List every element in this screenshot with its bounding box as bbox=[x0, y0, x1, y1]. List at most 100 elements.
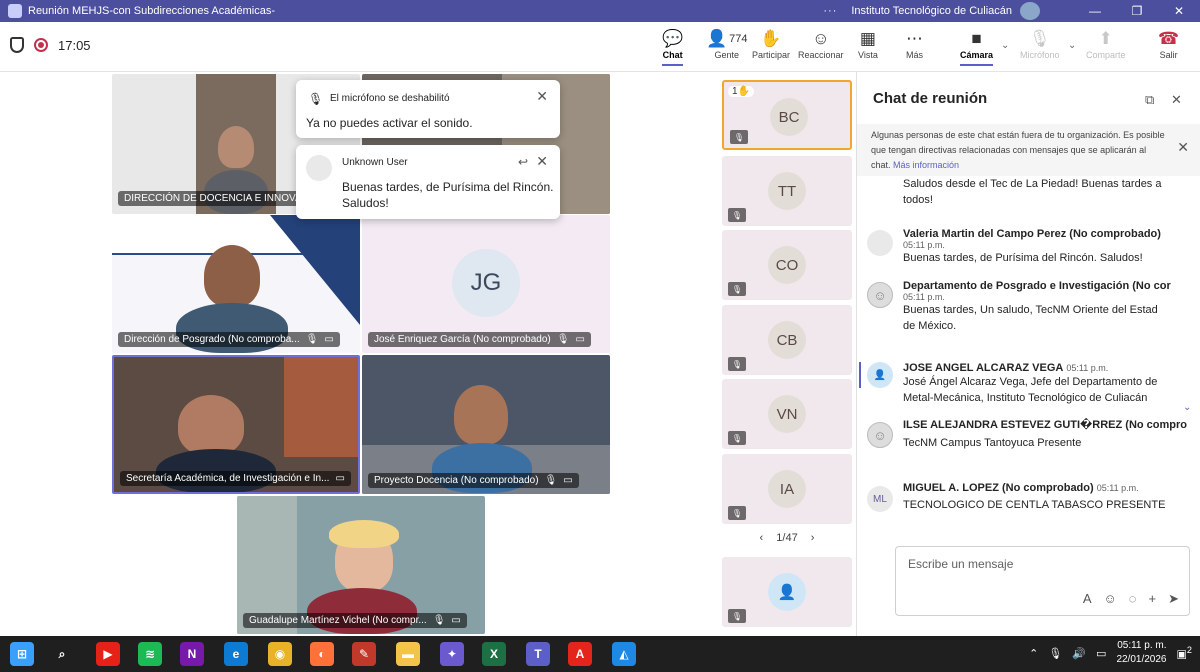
participant-tile[interactable]: CO 🎙 bbox=[722, 230, 852, 300]
participant-name: Proyecto Docencia (No comprobado) 🎙 ▭ bbox=[368, 473, 579, 488]
view-button[interactable]: ▦ Vista bbox=[858, 28, 878, 60]
video-tile[interactable]: Proyecto Docencia (No comprobado) 🎙 ▭ bbox=[362, 355, 610, 494]
photos-icon[interactable]: ◭ bbox=[612, 642, 636, 666]
screen-icon: ▭ bbox=[335, 473, 345, 484]
leave-label: Salir bbox=[1159, 50, 1178, 60]
youtube-icon[interactable]: ▶ bbox=[96, 642, 120, 666]
close-icon[interactable]: ✕ bbox=[536, 153, 548, 170]
video-tile[interactable]: Guadalupe Martínez Vichel (No compr... 🎙 ▭ bbox=[237, 496, 485, 634]
react-button[interactable]: ☺ Reaccionar bbox=[798, 28, 844, 60]
chrome-icon[interactable]: ◉ bbox=[268, 642, 292, 666]
chat-message-notification[interactable]: Unknown User Buenas tardes, de Purísima … bbox=[296, 145, 560, 219]
screen-icon: ▭ bbox=[575, 334, 585, 345]
maximize-button[interactable]: ❐ bbox=[1116, 4, 1158, 18]
close-icon[interactable]: ✕ bbox=[536, 88, 548, 105]
chat-button[interactable]: 💬 Chat bbox=[662, 28, 684, 66]
format-icon[interactable]: A bbox=[1083, 591, 1092, 607]
mic-muted-icon: 🎙 bbox=[728, 506, 746, 520]
participant-initials-avatar: JG bbox=[452, 249, 520, 317]
more-button[interactable]: ⋯ Más bbox=[906, 28, 923, 60]
onenote-icon[interactable]: N bbox=[180, 642, 204, 666]
participant-pager: ‹ 1/47 › bbox=[722, 532, 852, 544]
participant-photo-avatar: 👤 bbox=[768, 573, 806, 611]
leave-button[interactable]: ☎ Salir bbox=[1158, 28, 1179, 60]
folder-icon[interactable]: ▬ bbox=[396, 642, 420, 666]
microphone-icon[interactable]: 🎙 bbox=[1048, 647, 1062, 660]
mic-button[interactable]: 🎙 Micrófono bbox=[1020, 28, 1060, 60]
spotify-icon[interactable]: ≋ bbox=[138, 642, 162, 666]
send-icon[interactable]: ➤ bbox=[1168, 591, 1179, 607]
participant-name: Secretaría Académica, de Investigación e… bbox=[120, 471, 351, 486]
reply-icon[interactable]: ↩ bbox=[518, 155, 528, 169]
more-label: Más bbox=[906, 50, 924, 60]
external-users-banner: Algunas personas de este chat están fuer… bbox=[857, 124, 1200, 176]
video-tile[interactable]: Dirección de Posgrado (No comproba... 🎙 ▭ bbox=[112, 215, 360, 353]
people-count: 774 bbox=[729, 33, 748, 45]
participant-tile[interactable]: CB 🎙 bbox=[722, 305, 852, 375]
edge-icon[interactable]: e bbox=[224, 642, 248, 666]
teams-icon[interactable]: T bbox=[526, 642, 550, 666]
participant-tile[interactable]: TT 🎙 bbox=[722, 156, 852, 226]
participant-initials: CB bbox=[768, 321, 806, 359]
video-tile[interactable]: JG José Enriquez García (No comprobado) 🎙… bbox=[362, 215, 610, 353]
copilot-icon[interactable]: ✦ bbox=[440, 642, 464, 666]
camera-button[interactable]: ■ Cámara bbox=[960, 28, 994, 66]
participant-tile[interactable]: 1✋ BC 🎙 bbox=[722, 80, 852, 150]
more-info-link[interactable]: Más información bbox=[893, 160, 959, 170]
participant-initials: TT bbox=[768, 172, 806, 210]
mic-muted-icon: 🎙 bbox=[432, 615, 446, 626]
mic-muted-icon: 🎙 bbox=[728, 208, 746, 222]
search-icon[interactable]: ⌕ bbox=[50, 642, 74, 666]
people-icon: 👤 bbox=[706, 29, 728, 48]
close-banner-icon[interactable]: ✕ bbox=[1177, 140, 1189, 155]
notification-count: 2 bbox=[1186, 645, 1192, 656]
minimize-button[interactable]: — bbox=[1074, 4, 1116, 18]
people-button[interactable]: 👤 774 Gente bbox=[706, 28, 748, 60]
firefox-icon[interactable]: ◐ bbox=[310, 642, 334, 666]
notification-title: El micrófono se deshabilitó bbox=[330, 93, 450, 104]
pin-icon[interactable]: ✎ bbox=[352, 642, 376, 666]
compose-box[interactable]: Escribe un mensaje A ☺ ◌ + ➤ bbox=[895, 546, 1190, 616]
clock[interactable]: 05:11 p. m. 22/01/2026 bbox=[1116, 639, 1166, 667]
close-window-button[interactable]: ✕ bbox=[1158, 4, 1200, 18]
raise-hand-button[interactable]: ✋ Participar bbox=[752, 28, 790, 60]
loop-icon[interactable]: ◌ bbox=[1129, 591, 1137, 607]
sender-avatar bbox=[867, 282, 893, 308]
share-icon: ⬆ bbox=[1098, 29, 1113, 48]
account-avatar[interactable] bbox=[1020, 2, 1040, 20]
share-button[interactable]: ⬆ Comparte bbox=[1086, 28, 1126, 60]
network-icon[interactable]: ▭ bbox=[1096, 647, 1106, 660]
sender-avatar bbox=[306, 155, 332, 181]
grid-icon: ▦ bbox=[859, 29, 876, 48]
close-icon[interactable]: ✕ bbox=[1171, 92, 1182, 108]
recording-icon bbox=[34, 38, 48, 52]
video-tile-active[interactable]: Secretaría Académica, de Investigación e… bbox=[112, 355, 360, 494]
screen-icon: ▭ bbox=[451, 615, 461, 626]
participant-tile[interactable]: IA 🎙 bbox=[722, 454, 852, 524]
chat-messages: Saludos desde el Tec de La Piedad! Buena… bbox=[857, 176, 1200, 546]
more-options-icon[interactable]: ··· bbox=[823, 5, 837, 17]
notification-icon[interactable]: ▣2 bbox=[1177, 645, 1193, 661]
popout-icon[interactable]: ⧉ bbox=[1145, 92, 1154, 108]
mic-options-chevron-icon[interactable]: ⌄ bbox=[1068, 40, 1076, 51]
smile-icon: ☺ bbox=[812, 29, 830, 48]
participant-tile[interactable]: 👤 🎙 bbox=[722, 557, 852, 627]
next-page-icon[interactable]: › bbox=[811, 532, 815, 544]
chevron-up-icon[interactable]: ⌃ bbox=[1029, 647, 1038, 660]
shield-icon[interactable] bbox=[10, 37, 24, 53]
chat-message: ILSE ALEJANDRA ESTEVEZ GUTI�RREZ (No com… bbox=[903, 419, 1188, 449]
mic-muted-icon: 🎙 bbox=[728, 357, 746, 371]
excel-icon[interactable]: X bbox=[482, 642, 506, 666]
meeting-timer: 17:05 bbox=[58, 37, 91, 53]
add-icon[interactable]: + bbox=[1149, 591, 1157, 607]
scroll-down-icon[interactable]: ⌄ bbox=[1183, 402, 1191, 413]
previous-page-icon[interactable]: ‹ bbox=[760, 532, 764, 544]
participant-tile[interactable]: VN 🎙 bbox=[722, 379, 852, 449]
camera-options-chevron-icon[interactable]: ⌄ bbox=[1001, 40, 1009, 51]
mic-off-icon: 🎙 bbox=[1028, 29, 1051, 48]
volume-icon[interactable]: 🔊 bbox=[1072, 647, 1086, 660]
message-input[interactable]: Escribe un mensaje bbox=[908, 557, 1013, 571]
start-icon[interactable]: ⊞ bbox=[10, 642, 34, 666]
acrobat-icon[interactable]: A bbox=[568, 642, 592, 666]
emoji-icon[interactable]: ☺ bbox=[1103, 591, 1116, 607]
